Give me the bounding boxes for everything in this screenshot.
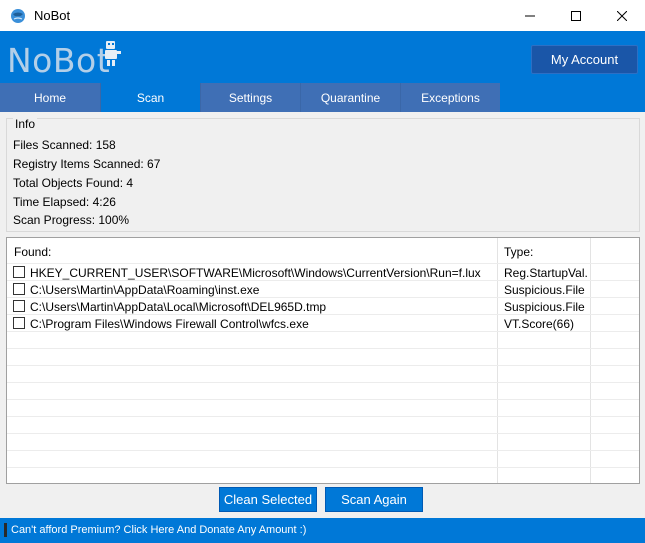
row-path: C:\Program Files\Windows Firewall Contro… [30, 317, 309, 331]
column-header-type[interactable]: Type: [504, 245, 533, 259]
row-path: C:\Users\Martin\AppData\Local\Microsoft\… [30, 300, 327, 314]
app-header: NoBot My Account [0, 31, 645, 83]
scan-again-button[interactable]: Scan Again [325, 487, 423, 512]
list-header: Found: Type: [7, 238, 639, 263]
status-bar: Can't afford Premium? Click Here And Don… [0, 518, 645, 543]
close-button[interactable] [599, 0, 645, 31]
table-row[interactable]: C:\Users\Martin\AppData\Roaming\inst.exe… [7, 281, 639, 298]
grid-line [7, 348, 639, 349]
grid-line [7, 416, 639, 417]
app-logo-text: NoBot [7, 41, 111, 80]
grid-line [7, 382, 639, 383]
row-path: C:\Users\Martin\AppData\Roaming\inst.exe [30, 283, 260, 297]
maximize-button[interactable] [553, 0, 599, 31]
row-checkbox[interactable] [13, 266, 25, 278]
minimize-button[interactable] [507, 0, 553, 31]
tab-scan[interactable]: Scan [100, 83, 200, 112]
registry-items-label: Registry Items Scanned: 67 [13, 157, 161, 171]
results-list[interactable]: Found: Type: HKEY_CURRENT_USER\SOFTWARE\… [6, 237, 640, 484]
table-row[interactable]: HKEY_CURRENT_USER\SOFTWARE\Microsoft\Win… [7, 264, 639, 281]
grid-line [7, 399, 639, 400]
table-row[interactable]: C:\Program Files\Windows Firewall Contro… [7, 315, 639, 332]
title-bar: NoBot [0, 0, 645, 31]
tab-settings[interactable]: Settings [200, 83, 300, 112]
status-grip [4, 523, 7, 537]
grid-line [7, 467, 639, 468]
window-controls [507, 0, 645, 31]
row-type: Reg.StartupVal... [504, 266, 588, 280]
column-header-found[interactable]: Found: [14, 245, 51, 259]
donate-link[interactable]: Can't afford Premium? Click Here And Don… [11, 524, 306, 536]
close-icon [617, 10, 627, 21]
table-row[interactable]: C:\Users\Martin\AppData\Local\Microsoft\… [7, 298, 639, 315]
time-elapsed-label: Time Elapsed: 4:26 [13, 195, 116, 209]
info-legend: Info [13, 117, 38, 131]
grid-line [7, 365, 639, 366]
clean-selected-button[interactable]: Clean Selected [219, 487, 317, 512]
info-groupbox: Info Files Scanned: 158 Registry Items S… [6, 117, 640, 232]
maximize-icon [571, 10, 581, 21]
row-checkbox[interactable] [13, 283, 25, 295]
tab-quarantine[interactable]: Quarantine [300, 83, 400, 112]
scan-progress-label: Scan Progress: 100% [13, 213, 130, 227]
row-type: Suspicious.File [504, 283, 585, 297]
robot-logo-icon [100, 39, 124, 72]
tab-exceptions[interactable]: Exceptions [400, 83, 500, 112]
total-objects-label: Total Objects Found: 4 [13, 176, 134, 190]
row-checkbox[interactable] [13, 317, 25, 329]
window-title: NoBot [34, 8, 71, 23]
row-path: HKEY_CURRENT_USER\SOFTWARE\Microsoft\Win… [30, 266, 481, 280]
grid-line [7, 433, 639, 434]
row-type: VT.Score(66) [504, 317, 575, 331]
main-tabs: Home Scan Settings Quarantine Exceptions [0, 83, 645, 112]
grid-line [7, 450, 639, 451]
my-account-button[interactable]: My Account [531, 45, 638, 74]
minimize-icon [525, 15, 535, 16]
row-checkbox[interactable] [13, 300, 25, 312]
nobot-globe-icon [10, 8, 26, 24]
row-type: Suspicious.File [504, 300, 585, 314]
files-scanned-label: Files Scanned: 158 [13, 138, 116, 152]
tab-home[interactable]: Home [0, 83, 100, 112]
